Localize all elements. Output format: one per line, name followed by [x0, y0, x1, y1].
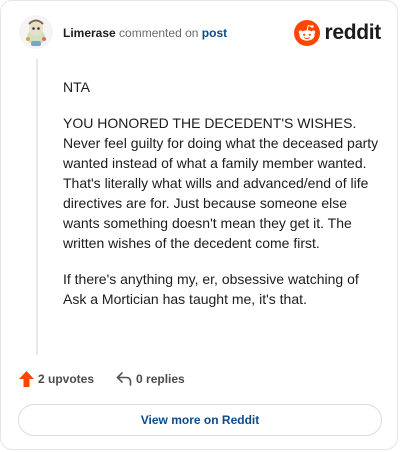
avatar[interactable]: [19, 15, 53, 49]
upvote-count: 2 upvotes: [38, 372, 95, 386]
thread-line: [36, 59, 38, 355]
post-link[interactable]: post: [202, 26, 227, 40]
embed-card: Limerase commented on post reddit NTA YO…: [0, 0, 398, 450]
comment-paragraph: YOU HONORED THE DECEDENT'S WISHES. Never…: [63, 115, 379, 251]
upvote-arrow-icon: [19, 371, 34, 387]
reddit-snoo-icon: [294, 20, 321, 46]
username[interactable]: Limerase: [63, 26, 116, 40]
comment-header: Limerase commented on post: [63, 26, 227, 40]
reddit-brand[interactable]: reddit: [294, 20, 381, 46]
avatar-image: [19, 15, 53, 49]
view-more-button[interactable]: View more on Reddit: [18, 404, 382, 436]
reddit-wordmark: reddit: [324, 21, 381, 44]
upvote-button[interactable]: 2 upvotes: [19, 371, 94, 387]
reply-arrow-icon: [116, 372, 132, 386]
reply-button[interactable]: 0 replies: [116, 372, 185, 386]
comment-actions: 2 upvotes 0 replies: [19, 371, 185, 387]
action-text: commented on: [119, 26, 199, 40]
reply-count: 0 replies: [136, 372, 185, 386]
comment-body: NTA YOU HONORED THE DECEDENT'S WISHES. N…: [63, 77, 381, 325]
comment-paragraph: If there's anything my, er, obsessive wa…: [63, 271, 359, 307]
comment-paragraph: NTA: [63, 79, 90, 95]
